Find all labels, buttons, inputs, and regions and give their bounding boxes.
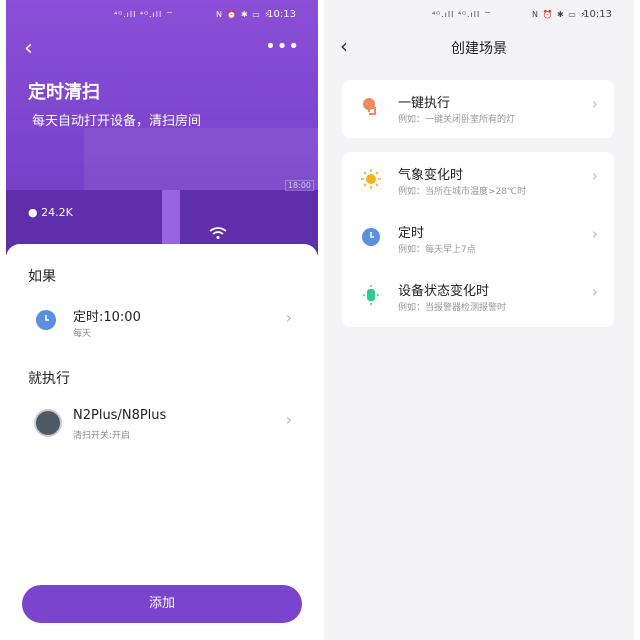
item-sub: 例如：一键关闭卧室所有的灯 [398,115,516,125]
then-section-label: 就执行 [28,371,70,387]
header-mini-time: 18:00 [284,180,314,191]
chevron-right-icon: › [591,282,598,301]
scene-subtitle: 每天自动打开设备，清扫房间 [32,114,202,129]
more-menu-button[interactable]: ••• [265,36,300,57]
item-title: 气象变化时 [398,168,464,183]
scene-title: 定时清扫 [28,82,100,103]
sun-icon [361,169,381,189]
then-action-sub: 清扫开关:开启 [73,431,131,441]
item-sub: 例如：当所在城市温度>28℃时 [398,187,527,197]
tap-hand-icon [363,98,376,115]
right-screen: ⁴ᴳ.ıll ⁴ᴳ.ıll ⌔ N ⏰ ✱ ▭ ⚡ 10:13 ‹ 创建场景 一… [324,0,634,640]
status-time: 10:13 [583,9,612,20]
left-screen: 18:00 ⁴ᴳ.ıll ⁴ᴳ.ıll ⌔ N ⏰ ✱ ▭ ⚡ 10:13 ‹ … [6,0,318,640]
trigger-one-click[interactable]: 一键执行 例如：一键关闭卧室所有的灯 › [342,80,614,138]
signal-indicators: ⁴ᴳ.ıll ⁴ᴳ.ıll ⌔ [432,10,493,19]
if-condition-title: 定时:10:00 [73,310,141,325]
chevron-right-icon: › [591,224,598,243]
status-time: 10:13 [267,9,296,20]
manual-trigger-card: 一键执行 例如：一键关闭卧室所有的灯 › [342,80,614,138]
header-decoration [84,128,318,190]
item-title: 一键执行 [398,96,451,111]
status-icons: N ⏰ ✱ ▭ ⚡ [216,10,271,19]
trigger-device-state[interactable]: 设备状态变化时 例如：当报警器检测报警时 › [342,268,614,326]
back-button[interactable]: ‹ [24,38,33,60]
chevron-right-icon: › [591,94,598,113]
if-condition-item[interactable]: 定时:10:00 每天 › [6,298,318,348]
item-sub: 例如：当报警器检测报警时 [398,303,507,313]
trigger-weather[interactable]: 气象变化时 例如：当所在城市温度>28℃时 › [342,152,614,210]
item-title: 定时 [398,226,425,241]
signal-indicators: ⁴ᴳ.ıll ⁴ᴳ.ıll ⌔ [114,10,175,19]
auto-trigger-card: 气象变化时 例如：当所在城市温度>28℃时 › 定时 例如：每天早上7点 › 设… [342,152,614,327]
likes-count[interactable]: ● 24.2K [28,206,73,219]
fire-icon: ● [28,206,38,219]
chevron-right-icon: › [285,410,292,429]
device-icon [363,285,379,305]
status-bar: ⁴ᴳ.ıll ⁴ᴳ.ıll ⌔ N ⏰ ✱ ▭ ⚡ 10:13 [324,0,634,30]
clock-icon [36,310,56,330]
then-action-title: N2Plus/N8Plus [73,408,167,423]
scene-detail-sheet: 如果 定时:10:00 每天 › 就执行 N2Plus/N8Plus 清扫开关:… [6,244,318,640]
likes-value: 24.2K [41,206,73,219]
item-title: 设备状态变化时 [398,284,490,299]
wifi-icon [209,227,227,239]
robot-vacuum-icon [34,409,62,437]
page-title: 创建场景 [451,41,507,57]
status-bar: ⁴ᴳ.ıll ⁴ᴳ.ıll ⌔ N ⏰ ✱ ▭ ⚡ 10:13 [6,0,318,30]
chevron-right-icon: › [285,308,292,327]
chevron-right-icon: › [591,166,598,185]
trigger-timer[interactable]: 定时 例如：每天早上7点 › [342,210,614,268]
clock-icon [362,228,380,246]
add-button[interactable]: 添加 [22,585,302,623]
item-sub: 例如：每天早上7点 [398,245,476,255]
if-section-label: 如果 [28,269,56,285]
status-icons: N ⏰ ✱ ▭ ⚡ [532,10,587,19]
if-condition-sub: 每天 [73,329,92,339]
then-action-item[interactable]: N2Plus/N8Plus 清扫开关:开启 › [6,400,318,450]
